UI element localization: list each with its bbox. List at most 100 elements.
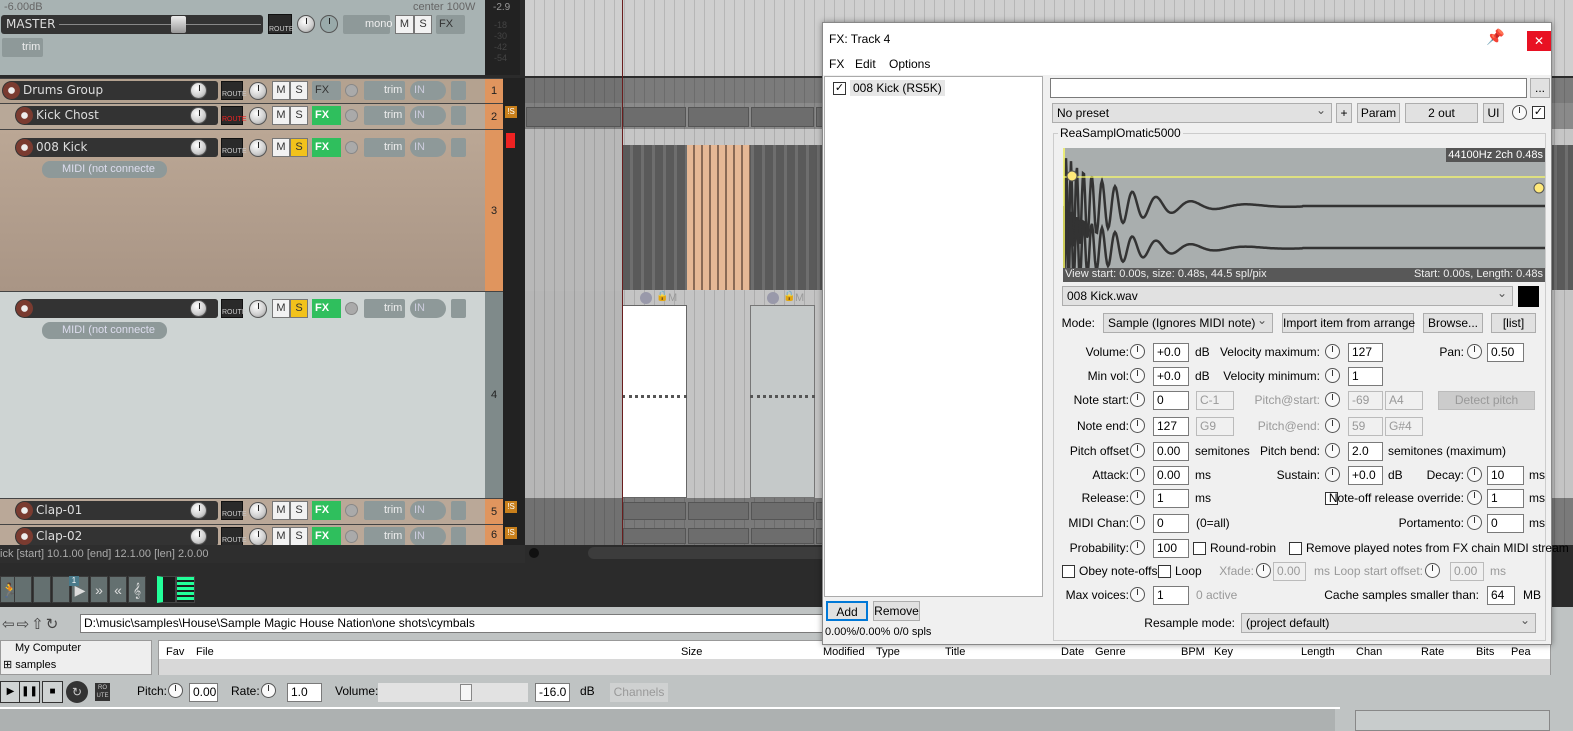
item-mute-button[interactable]: M	[668, 292, 677, 304]
tree-item-my-computer[interactable]: My Computer	[15, 642, 81, 654]
item-lock-icon[interactable]: 🔒	[783, 291, 795, 302]
track-header[interactable]: ROUTE M S FX trim IN MIDI (not connecte	[0, 291, 485, 498]
input-button[interactable]: IN	[410, 106, 446, 125]
column-header[interactable]: Type	[876, 646, 900, 658]
midi-item[interactable]	[750, 305, 815, 498]
mute-button[interactable]: M	[272, 106, 290, 125]
explorer-nav-icons[interactable]: ⇦⇨⇧↻	[2, 615, 60, 633]
io-button[interactable]: 2 out	[1405, 103, 1478, 123]
media-item-selected[interactable]	[687, 145, 750, 290]
column-header[interactable]: BPM	[1181, 646, 1205, 658]
add-fx-button[interactable]: Add	[826, 601, 868, 621]
pan-knob[interactable]	[1467, 344, 1482, 359]
volume-knob[interactable]	[190, 107, 207, 124]
maxvoices-field[interactable]: 1	[1153, 586, 1189, 605]
loopstart-knob[interactable]	[1425, 563, 1440, 578]
item-volume-knob[interactable]	[640, 292, 652, 304]
fx-window-titlebar[interactable]	[823, 23, 1551, 57]
track-name[interactable]: Clap-02	[36, 529, 82, 543]
phase-invert-icon[interactable]	[345, 302, 358, 315]
pitchstart-knob[interactable]	[1325, 392, 1340, 407]
fx-button[interactable]: FX	[312, 81, 341, 100]
portamento-field[interactable]: 0	[1487, 514, 1524, 533]
column-header[interactable]: Pea	[1511, 646, 1531, 658]
solo-button[interactable]: S	[290, 299, 308, 318]
pan-knob[interactable]	[249, 300, 267, 318]
color-swatch[interactable]	[1518, 286, 1539, 307]
channels-button[interactable]: Channels	[610, 683, 668, 702]
mute-button[interactable]: M	[272, 81, 290, 100]
resample-mode-dropdown[interactable]: (project default)	[1241, 611, 1536, 633]
volume-knob[interactable]	[190, 528, 207, 545]
trim-button[interactable]: trim	[364, 106, 405, 125]
volume-knob[interactable]	[190, 502, 207, 519]
pitchbend-field[interactable]: 2.0	[1348, 442, 1383, 461]
media-item[interactable]	[623, 528, 686, 544]
fx-enabled-checkbox[interactable]: ✓	[833, 82, 846, 95]
decay-knob[interactable]	[1467, 467, 1482, 482]
phase-invert-icon[interactable]	[345, 530, 358, 543]
param-button[interactable]: Param	[1357, 103, 1400, 123]
clef-lock-icon[interactable]: 𝄞	[128, 576, 146, 603]
volume-knob[interactable]	[190, 82, 207, 99]
explorer-tree[interactable]: My Computer ⊞ samples	[0, 640, 152, 675]
pan-field[interactable]: 0.50	[1487, 343, 1524, 362]
monitor-speaker-icon[interactable]	[451, 527, 466, 546]
master-solo-button[interactable]: S	[414, 15, 432, 34]
release-handle[interactable]	[1533, 182, 1545, 194]
route-button[interactable]: ROUTE	[221, 138, 247, 157]
column-header[interactable]: Chan	[1356, 646, 1382, 658]
track-name-bar[interactable]: Drums Group	[2, 81, 218, 100]
fx-button[interactable]: FX	[312, 106, 341, 125]
sample-file-dropdown[interactable]: 008 Kick.wav	[1062, 284, 1513, 306]
explorer-path-input[interactable]: D:\music\samples\House\Sample Magic Hous…	[80, 614, 840, 633]
noteoff-knob[interactable]	[1467, 490, 1482, 505]
monitor-speaker-icon[interactable]	[451, 299, 466, 318]
release-field[interactable]: 1	[1153, 489, 1189, 508]
monitor-speaker-icon[interactable]	[451, 501, 466, 520]
master-fx-button[interactable]: FX	[436, 15, 465, 34]
noteoff-field[interactable]: 1	[1487, 489, 1524, 508]
item-volume-knob[interactable]	[767, 292, 779, 304]
monitor-speaker-icon[interactable]	[451, 106, 466, 125]
record-arm-button[interactable]	[16, 528, 33, 545]
input-button[interactable]: IN	[410, 501, 446, 520]
rewind-icon[interactable]: «	[109, 576, 127, 603]
trim-button[interactable]: trim	[364, 299, 405, 318]
track-name-bar[interactable]: 008 Kick	[15, 138, 218, 157]
media-item[interactable]	[688, 502, 749, 520]
mode-dropdown[interactable]: Sample (Ignores MIDI note)	[1103, 311, 1273, 333]
media-item[interactable]	[623, 107, 686, 127]
mute-button[interactable]: M	[272, 138, 290, 157]
route-button[interactable]: ROUTE	[221, 299, 247, 318]
file-list-hscroll[interactable]	[159, 659, 1550, 675]
scroll-left-icon[interactable]	[529, 548, 539, 558]
scrollbar-thumb[interactable]	[588, 547, 828, 559]
mute-button[interactable]: M	[272, 501, 290, 520]
fx-chain-item[interactable]: 008 Kick (RS5K)	[850, 80, 945, 96]
track-name[interactable]: Drums Group	[23, 83, 103, 97]
pitchend-knob[interactable]	[1325, 418, 1340, 433]
mute-button[interactable]: M	[272, 299, 290, 318]
wet-knob[interactable]	[1512, 105, 1527, 120]
envelope-icon[interactable]	[33, 576, 51, 603]
waveform-display[interactable]: 44100Hz 2ch 0.48s View start: 0.00s, siz…	[1063, 148, 1545, 282]
round-robin-checkbox[interactable]	[1193, 542, 1206, 555]
track-number[interactable]: 6	[485, 524, 503, 545]
item-info-icon[interactable]	[52, 576, 70, 603]
probability-field[interactable]: 100	[1153, 539, 1189, 558]
list-button[interactable]: [list]	[1491, 313, 1536, 333]
record-arm-button[interactable]	[16, 300, 33, 317]
horizontal-scrollbar[interactable]	[525, 545, 828, 561]
route-button[interactable]: ROUTE	[221, 106, 247, 125]
fx-button[interactable]: FX	[312, 299, 341, 318]
pan-knob[interactable]	[249, 107, 267, 125]
stop-icon[interactable]: ■	[42, 681, 63, 703]
column-header[interactable]: Rate	[1421, 646, 1444, 658]
decay-field[interactable]: 10	[1487, 466, 1524, 485]
pan-knob[interactable]	[249, 82, 267, 100]
preset-dropdown[interactable]: No preset	[1052, 101, 1332, 123]
explorer-file-list[interactable]: Fav File Size Modified Type Title Date Genre BPM…	[158, 640, 1551, 675]
track-number[interactable]: 5	[485, 498, 503, 524]
route-button[interactable]: RO UTE	[95, 683, 110, 701]
